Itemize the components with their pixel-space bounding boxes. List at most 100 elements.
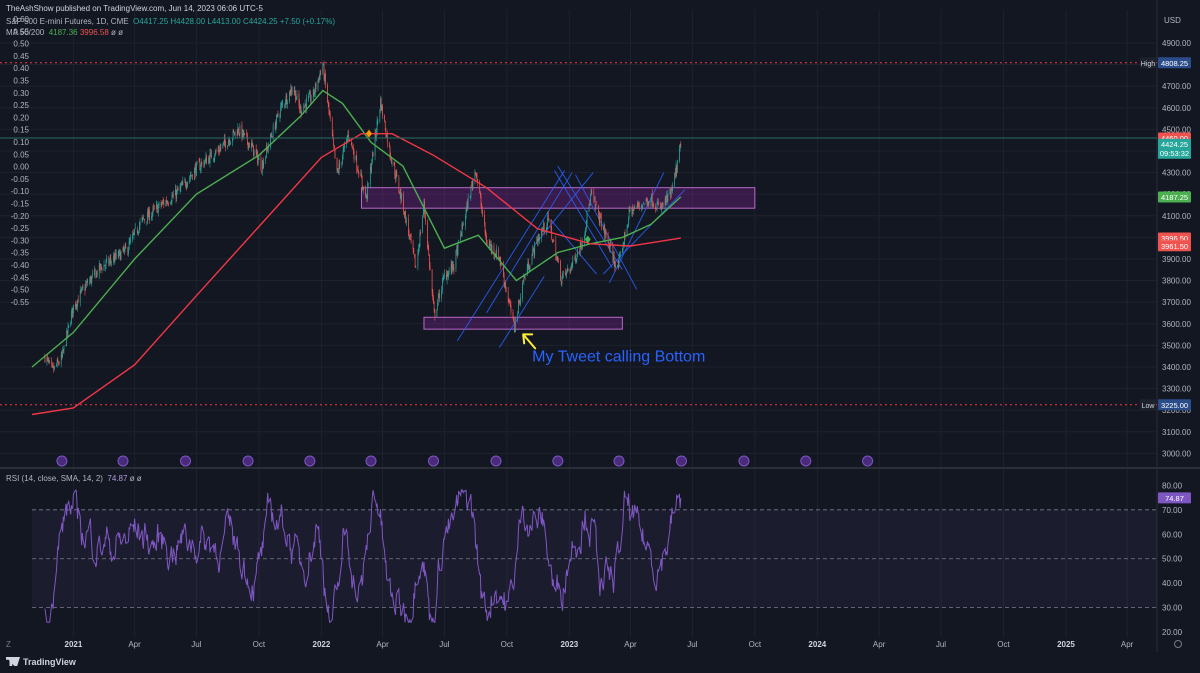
percent-axis-tick[interactable]: -0.45	[11, 273, 30, 282]
tradingview-brand[interactable]: TradingView	[6, 657, 76, 667]
rsi-axis-tick[interactable]: 50.00	[1162, 555, 1183, 564]
candle-down	[600, 214, 601, 217]
rsi-axis-tick[interactable]: 20.00	[1162, 628, 1183, 637]
time-axis-tick[interactable]: Apr	[624, 640, 637, 649]
percent-axis-tick[interactable]: 0.30	[13, 89, 29, 98]
time-axis-tick[interactable]: 2022	[313, 640, 331, 649]
price-axis-tick[interactable]: 4300.00	[1162, 169, 1191, 178]
candle-up	[128, 249, 129, 254]
symbol-legend[interactable]: S&P 500 E-mini Futures, 1D, CME O4417.25…	[6, 17, 335, 26]
percent-axis-tick[interactable]: -0.10	[11, 187, 30, 196]
time-axis-tick[interactable]: Apr	[376, 640, 389, 649]
time-axis-tick[interactable]: 2023	[560, 640, 578, 649]
price-axis-tick[interactable]: 3400.00	[1162, 363, 1191, 372]
time-axis-tick[interactable]: Oct	[501, 640, 514, 649]
time-axis-tick[interactable]: Jul	[439, 640, 449, 649]
percent-axis-tick[interactable]: 0.15	[13, 126, 29, 135]
rsi-legend[interactable]: RSI (14, close, SMA, 14, 2) 74.87 ø ø	[6, 474, 142, 483]
candle-down	[203, 162, 205, 167]
earnings-event-icon[interactable]	[613, 455, 625, 467]
price-axis-tick[interactable]: 4100.00	[1162, 212, 1191, 221]
percent-axis-tick[interactable]: -0.15	[11, 200, 30, 209]
candle-down	[58, 363, 60, 365]
candle-down	[486, 235, 487, 245]
earnings-event-icon[interactable]	[117, 455, 129, 467]
time-axis-tick[interactable]: Apr	[128, 640, 141, 649]
time-axis-tick[interactable]: 2021	[65, 640, 83, 649]
time-axis-tick[interactable]: 2024	[808, 640, 826, 649]
percent-axis-tick[interactable]: 0.10	[13, 138, 29, 147]
candle-down	[522, 281, 524, 283]
earnings-event-icon[interactable]	[304, 455, 316, 467]
percent-axis-tick[interactable]: 0.05	[13, 150, 29, 159]
time-axis-tick[interactable]: Apr	[873, 640, 886, 649]
candle-up	[446, 273, 448, 281]
earnings-event-icon[interactable]	[552, 455, 564, 467]
earnings-event-icon[interactable]	[490, 455, 502, 467]
earnings-event-icon[interactable]	[862, 455, 874, 467]
ma-label[interactable]: MA 50/200	[6, 28, 44, 37]
candle-up	[537, 238, 539, 243]
time-axis-tick[interactable]: Jul	[191, 640, 201, 649]
percent-axis-tick[interactable]: -0.30	[11, 236, 30, 245]
ma-legend[interactable]: MA 50/200 4187.36 3996.58 ø ø	[6, 28, 123, 37]
price-axis-tick[interactable]: 4900.00	[1162, 39, 1191, 48]
rsi-axis-tick[interactable]: 60.00	[1162, 530, 1183, 539]
rsi-label[interactable]: RSI (14, close, SMA, 14, 2)	[6, 474, 103, 483]
percent-axis-tick[interactable]: -0.25	[11, 224, 30, 233]
percent-axis-tick[interactable]: -0.50	[11, 286, 30, 295]
rsi-axis-tick[interactable]: 70.00	[1162, 506, 1183, 515]
earnings-event-icon[interactable]	[180, 455, 192, 467]
price-axis-tick[interactable]: 4600.00	[1162, 104, 1191, 113]
candle-up	[295, 98, 297, 101]
percent-axis-tick[interactable]: 0.50	[13, 40, 29, 49]
percent-axis-tick[interactable]: -0.05	[11, 175, 30, 184]
earnings-event-icon[interactable]	[427, 455, 439, 467]
percent-axis-tick[interactable]: -0.35	[11, 249, 30, 258]
candle-up	[618, 258, 620, 268]
percent-axis-tick[interactable]: 0.45	[13, 52, 29, 61]
candle-up	[215, 150, 216, 156]
price-axis-tick[interactable]: 3300.00	[1162, 385, 1191, 394]
percent-axis-tick[interactable]: 0.25	[13, 101, 29, 110]
candle-up	[342, 150, 344, 158]
price-axis-tick[interactable]: 3600.00	[1162, 320, 1191, 329]
time-axis-tick[interactable]: Jul	[936, 640, 946, 649]
time-axis-tick[interactable]: Oct	[253, 640, 266, 649]
price-axis-tick[interactable]: 3700.00	[1162, 298, 1191, 307]
time-axis-tick[interactable]: Apr	[1121, 640, 1134, 649]
time-axis-tick[interactable]: 2025	[1057, 640, 1075, 649]
earnings-event-icon[interactable]	[675, 455, 687, 467]
candle-up	[85, 283, 87, 286]
symbol-name[interactable]: S&P 500 E-mini Futures, 1D, CME	[6, 17, 129, 26]
price-axis-tick[interactable]: 3000.00	[1162, 449, 1191, 458]
price-axis-tick[interactable]: 3500.00	[1162, 341, 1191, 350]
price-axis-tick[interactable]: 3900.00	[1162, 255, 1191, 264]
earnings-event-icon[interactable]	[242, 455, 254, 467]
time-axis-tick[interactable]: Oct	[997, 640, 1010, 649]
earnings-event-icon[interactable]	[738, 455, 750, 467]
percent-axis-tick[interactable]: -0.20	[11, 212, 30, 221]
percent-axis-tick[interactable]: 0.20	[13, 113, 29, 122]
time-axis-tick[interactable]: Oct	[749, 640, 762, 649]
price-axis-tick[interactable]: 3100.00	[1162, 428, 1191, 437]
percent-axis-tick[interactable]: 0.00	[13, 163, 29, 172]
percent-axis-tick[interactable]: 0.35	[13, 77, 29, 86]
price-axis-tick[interactable]: 4700.00	[1162, 82, 1191, 91]
price-axis-tick[interactable]: 3800.00	[1162, 277, 1191, 286]
candle-up	[90, 276, 91, 282]
percent-axis-tick[interactable]: -0.40	[11, 261, 30, 270]
earnings-event-icon[interactable]	[56, 455, 68, 467]
percent-axis-tick[interactable]: -0.55	[11, 298, 30, 307]
time-axis-tick[interactable]: Jul	[687, 640, 697, 649]
percent-axis-tick[interactable]: 0.40	[13, 64, 29, 73]
earnings-event-icon[interactable]	[365, 455, 377, 467]
axis-mode-icon[interactable]: Z	[6, 640, 11, 649]
rsi-axis-tick[interactable]: 80.00	[1162, 481, 1183, 490]
candle-up	[670, 189, 672, 197]
candle-up	[280, 104, 282, 108]
rsi-axis-tick[interactable]: 30.00	[1162, 604, 1183, 613]
rsi-axis-tick[interactable]: 40.00	[1162, 579, 1183, 588]
earnings-event-icon[interactable]	[800, 455, 812, 467]
chart-canvas[interactable]: My Tweet calling Bottom 4900.004800.0047…	[0, 0, 1200, 673]
